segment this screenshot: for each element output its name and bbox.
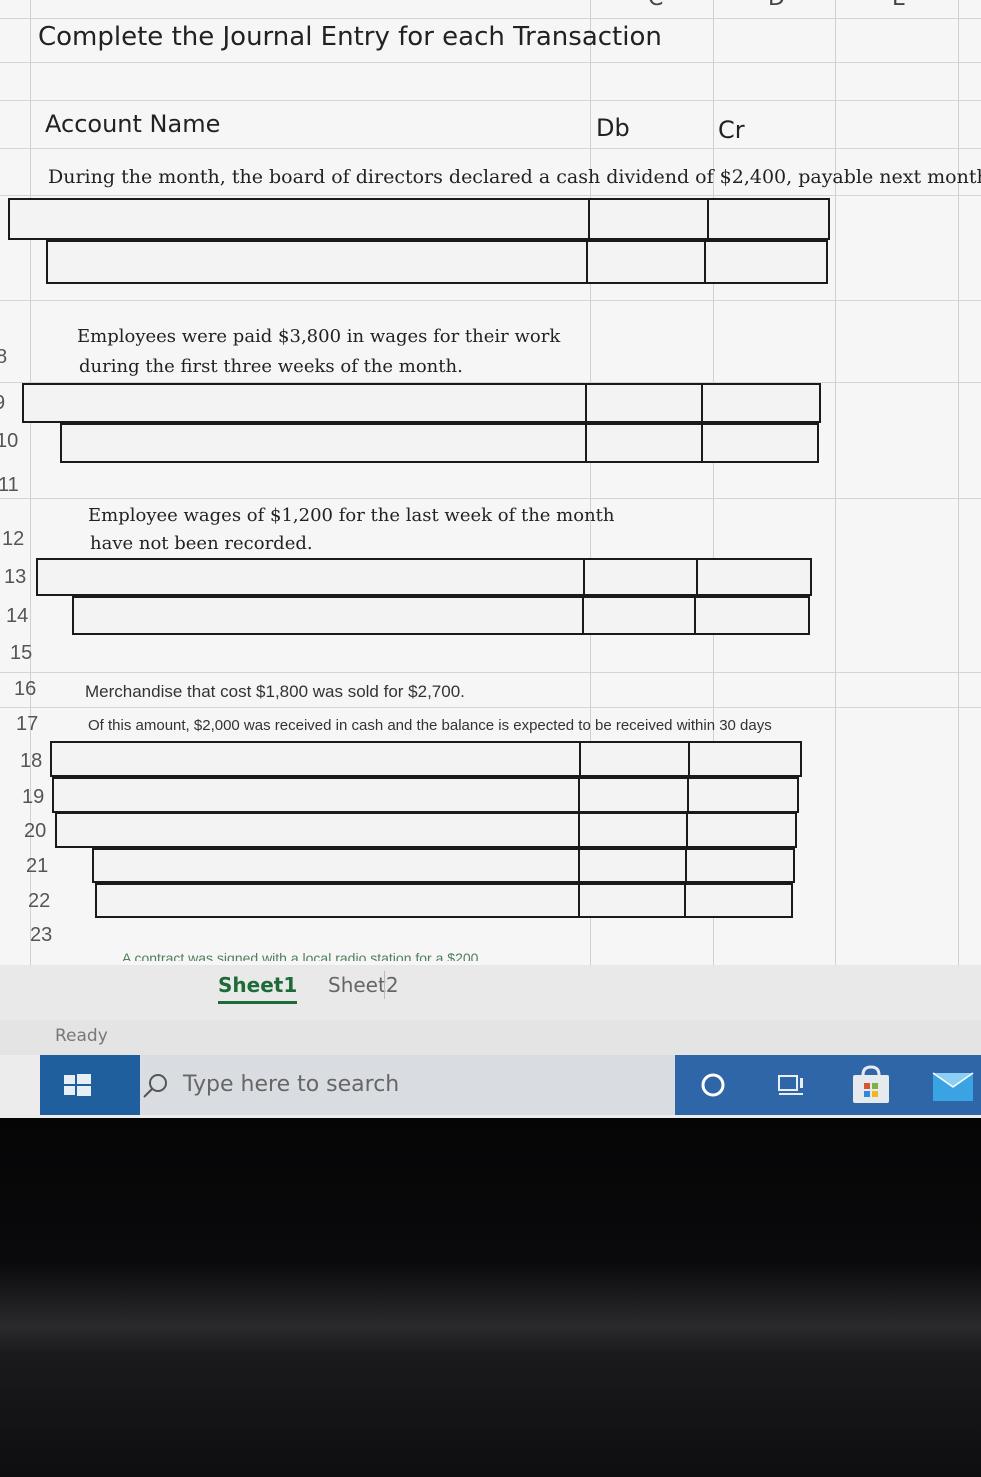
monitor-bezel [0, 1118, 981, 1477]
row-number[interactable]: 9 [0, 392, 5, 415]
sheet-title[interactable]: Complete the Journal Entry for each Tran… [38, 22, 662, 52]
row-number[interactable]: 15 [10, 642, 32, 665]
transaction-description[interactable]: Merchandise that cost $1,800 was sold fo… [85, 682, 465, 702]
credit-cell[interactable] [694, 598, 696, 633]
gridline [0, 18, 981, 19]
journal-entry-row[interactable] [92, 848, 795, 883]
journal-entry-row[interactable] [46, 240, 828, 284]
account-name-header[interactable]: Account Name [45, 110, 220, 138]
start-button[interactable] [40, 1055, 140, 1115]
journal-entry-row[interactable] [36, 558, 812, 596]
credit-cell[interactable] [684, 885, 686, 916]
store-icon[interactable] [849, 1063, 893, 1107]
search-placeholder: Type here to search [183, 1072, 400, 1097]
credit-cell[interactable] [701, 425, 703, 461]
journal-entry-row[interactable] [95, 883, 793, 918]
journal-entry-row[interactable] [52, 777, 799, 813]
tab-sheet2[interactable]: Sheet2 [328, 973, 399, 997]
status-bar: Ready [0, 1020, 981, 1055]
task-view-icon[interactable] [775, 1070, 809, 1100]
row-number[interactable]: 16 [14, 678, 36, 701]
transaction-description[interactable]: during the first three weeks of the mont… [79, 356, 463, 377]
journal-entry-row[interactable] [60, 423, 819, 463]
tab-divider [384, 971, 385, 999]
journal-entry-row[interactable] [72, 596, 810, 635]
journal-entry-row[interactable] [50, 741, 802, 777]
taskbar: Type here to search [40, 1055, 981, 1115]
credit-cell[interactable] [685, 850, 687, 881]
status-text: Ready [55, 1026, 108, 1046]
debit-cell[interactable] [578, 814, 580, 846]
gridline [0, 148, 981, 149]
row-number[interactable]: 19 [22, 786, 44, 809]
debit-cell[interactable] [578, 885, 580, 916]
row-number[interactable]: 23 [30, 924, 52, 947]
transaction-description[interactable]: Employee wages of $1,200 for the last we… [88, 505, 615, 526]
gridline [0, 300, 981, 301]
windows-start-icon [64, 1074, 91, 1096]
journal-entry-row[interactable] [8, 198, 830, 240]
column-header-e[interactable]: E [892, 0, 906, 11]
transaction-description[interactable]: A contract was signed with a local radio… [122, 950, 478, 961]
credit-cell[interactable] [701, 385, 703, 421]
row-number[interactable]: 14 [6, 605, 28, 628]
gridline [958, 0, 959, 965]
debit-cell[interactable] [585, 425, 587, 461]
debit-cell[interactable] [582, 598, 584, 633]
tab-sheet1[interactable]: Sheet1 [218, 973, 298, 1004]
row-number[interactable]: 21 [26, 855, 48, 878]
debit-cell[interactable] [578, 850, 580, 881]
debit-cell[interactable] [585, 385, 587, 421]
credit-cell[interactable] [686, 814, 688, 846]
gridline [0, 62, 981, 63]
transaction-description[interactable]: have not been recorded. [90, 533, 313, 554]
gridline [0, 195, 981, 196]
spreadsheet-grid[interactable]: C D E 8 9 10 11 12 13 14 15 16 17 18 19 … [0, 0, 981, 965]
journal-entry-row[interactable] [22, 383, 821, 423]
row-number[interactable]: 17 [16, 713, 38, 736]
row-number[interactable]: 11 [0, 474, 19, 497]
screen: C D E 8 9 10 11 12 13 14 15 16 17 18 19 … [0, 0, 981, 1118]
credit-cell[interactable] [687, 779, 689, 811]
row-number[interactable]: 8 [0, 346, 7, 369]
debit-cell[interactable] [579, 743, 581, 775]
taskbar-search-box[interactable]: Type here to search [140, 1055, 675, 1115]
taskbar-app-area [675, 1055, 981, 1115]
credit-cell[interactable] [707, 200, 709, 238]
transaction-description[interactable]: Employees were paid $3,800 in wages for … [77, 326, 560, 347]
debit-cell[interactable] [586, 242, 588, 282]
debit-cell[interactable] [583, 560, 585, 594]
row-number[interactable]: 12 [2, 528, 24, 551]
gridline [0, 498, 981, 499]
credit-cell[interactable] [704, 242, 706, 282]
gridline [0, 707, 981, 708]
transaction-description[interactable]: Of this amount, $2,000 was received in c… [88, 717, 772, 734]
credit-header[interactable]: Cr [718, 116, 745, 144]
mail-icon[interactable] [929, 1067, 979, 1107]
row-number[interactable]: 22 [28, 890, 50, 913]
cortana-icon[interactable] [699, 1070, 729, 1100]
journal-entry-row[interactable] [55, 812, 797, 848]
column-header-d[interactable]: D [768, 0, 785, 11]
credit-cell[interactable] [688, 743, 690, 775]
column-header-c[interactable]: C [648, 0, 663, 11]
debit-cell[interactable] [578, 779, 580, 811]
row-number[interactable]: 13 [4, 566, 26, 589]
credit-cell[interactable] [696, 560, 698, 594]
gridline [0, 100, 981, 101]
gridline [835, 0, 836, 965]
row-number[interactable]: 10 [0, 430, 18, 453]
search-icon [143, 1074, 167, 1098]
transaction-description[interactable]: During the month, the board of directors… [48, 166, 981, 188]
debit-cell[interactable] [588, 200, 590, 238]
debit-header[interactable]: Db [596, 114, 630, 142]
row-number[interactable]: 20 [24, 820, 46, 843]
sheet-tab-bar: Sheet1 Sheet2 [0, 965, 981, 1020]
row-number[interactable]: 18 [20, 750, 42, 773]
gridline [0, 672, 981, 673]
